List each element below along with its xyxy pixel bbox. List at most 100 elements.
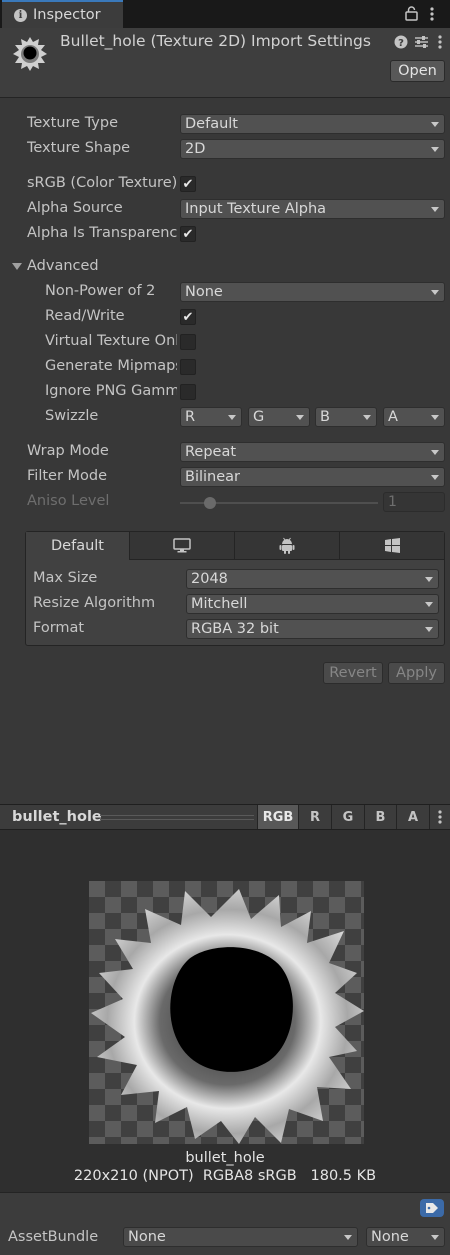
format-value: RGBA 32 bit [191,621,279,637]
inspector-header: Bullet_hole (Texture 2D) Import Settings… [0,28,450,98]
swizzle-g-value: G [253,409,265,425]
checkmark-icon: ✔ [182,176,194,192]
tab-android[interactable] [235,532,340,560]
filter-mode-value: Bilinear [185,469,240,485]
filter-mode-dropdown[interactable]: Bilinear [180,467,445,487]
lock-icon[interactable] [405,6,418,21]
alpha-source-label: Alpha Source [27,200,123,216]
generate-mipmaps-label: Generate Mipmaps [45,358,177,374]
alpha-source-value: Input Texture Alpha [185,201,327,217]
virtual-texture-checkbox[interactable] [180,334,196,350]
tab-windows[interactable] [340,532,444,560]
aniso-level-slider[interactable] [180,496,378,510]
virtual-texture-label: Virtual Texture Only [45,333,177,349]
info-icon: i [14,8,27,22]
dropdown-arrow-icon [431,122,439,127]
channel-b-button[interactable]: B [364,805,396,829]
texture-preview [89,881,364,1144]
texture-thumbnail [13,37,47,71]
preview-toolbar: bullet_hole RGB R G B A [0,804,450,830]
tag-icon [426,1203,438,1213]
monitor-icon [173,538,191,553]
swizzle-b-value: B [320,409,330,425]
format-label: Format [33,620,85,636]
tab-inspector[interactable]: i Inspector [2,0,123,28]
swizzle-a-value: A [388,409,398,425]
dropdown-arrow-icon [296,415,304,420]
swizzle-g-dropdown[interactable]: G [248,407,310,427]
dropdown-arrow-icon [431,450,439,455]
slider-thumb[interactable] [203,497,216,509]
read-write-checkbox[interactable]: ✔ [180,309,196,325]
wrap-mode-dropdown[interactable]: Repeat [180,442,445,462]
texture-shape-label: Texture Shape [27,140,131,156]
resize-algorithm-dropdown[interactable]: Mitchell [186,594,439,614]
channel-rgb-button[interactable]: RGB [257,805,298,829]
npot-dropdown[interactable]: None [180,282,445,302]
alpha-is-transparency-checkbox[interactable]: ✔ [180,226,196,242]
tab-default[interactable]: Default [26,532,130,560]
dropdown-arrow-icon [431,1235,439,1240]
asset-bundle-variant-value: None [371,1229,409,1245]
preview-image-info: 220x210 (NPOT) RGBA8 sRGB 180.5 KB [73,1168,377,1184]
advanced-foldout[interactable]: Advanced [27,258,177,274]
asset-bundle-dropdown[interactable]: None [123,1227,358,1247]
bullet-hole-image [91,889,364,1144]
max-size-dropdown[interactable]: 2048 [186,569,439,589]
ignore-png-gamma-label: Ignore PNG Gamma [45,383,177,399]
preview-title: bullet_hole [12,809,102,825]
header-menu-icon[interactable] [437,34,443,50]
preview-menu-button[interactable] [429,805,450,829]
open-button[interactable]: Open [390,60,445,82]
revert-button[interactable]: Revert [323,662,383,684]
generate-mipmaps-checkbox[interactable] [180,359,196,375]
dropdown-arrow-icon [431,290,439,295]
ignore-png-gamma-checkbox[interactable] [180,384,196,400]
platform-settings: Default Max Size 2048 Resize Algorithm M… [25,531,445,646]
filter-mode-label: Filter Mode [27,468,108,484]
texture-shape-dropdown[interactable]: 2D [180,139,445,159]
swizzle-r-dropdown[interactable]: R [180,407,242,427]
tab-standalone[interactable] [130,532,235,560]
preview-image-name: bullet_hole [185,1150,265,1166]
tab-bar: i Inspector [0,0,450,28]
dropdown-arrow-icon [344,1235,352,1240]
format-dropdown[interactable]: RGBA 32 bit [186,619,439,639]
asset-bundle-value: None [128,1229,166,1245]
checkmark-icon: ✔ [182,226,194,242]
swizzle-b-dropdown[interactable]: B [315,407,377,427]
foldout-arrow-icon[interactable] [12,263,22,270]
dropdown-arrow-icon [425,602,433,607]
npot-label: Non-Power of 2 [45,283,156,299]
dropdown-arrow-icon [228,415,236,420]
header-title: Bullet_hole (Texture 2D) Import Settings [60,32,371,50]
dropdown-arrow-icon [425,627,433,632]
channel-r-button[interactable]: R [298,805,331,829]
dropdown-arrow-icon [425,577,433,582]
asset-label-button[interactable] [420,1199,444,1217]
srgb-checkbox[interactable]: ✔ [180,176,196,192]
swizzle-r-value: R [185,409,196,425]
srgb-label: sRGB (Color Texture) [27,175,177,191]
preview-drag-handle[interactable] [100,815,254,820]
apply-button[interactable]: Apply [388,662,445,684]
wrap-mode-label: Wrap Mode [27,443,109,459]
help-icon[interactable]: ? [394,35,408,49]
alpha-source-dropdown[interactable]: Input Texture Alpha [180,199,445,219]
tab-label: Inspector [33,7,101,23]
dropdown-arrow-icon [431,475,439,480]
channel-a-button[interactable]: A [396,805,429,829]
dropdown-arrow-icon [431,207,439,212]
preset-icon[interactable] [414,35,429,49]
max-size-value: 2048 [191,571,228,587]
dropdown-arrow-icon [363,415,371,420]
swizzle-a-dropdown[interactable]: A [383,407,445,427]
windows-icon [384,538,400,553]
resize-algorithm-label: Resize Algorithm [33,595,156,611]
channel-g-button[interactable]: G [331,805,364,829]
texture-type-dropdown[interactable]: Default [180,114,445,134]
dropdown-arrow-icon [431,147,439,152]
more-options-icon[interactable] [429,6,435,22]
aniso-level-field[interactable]: 1 [383,492,445,512]
asset-bundle-variant-dropdown[interactable]: None [366,1227,445,1247]
